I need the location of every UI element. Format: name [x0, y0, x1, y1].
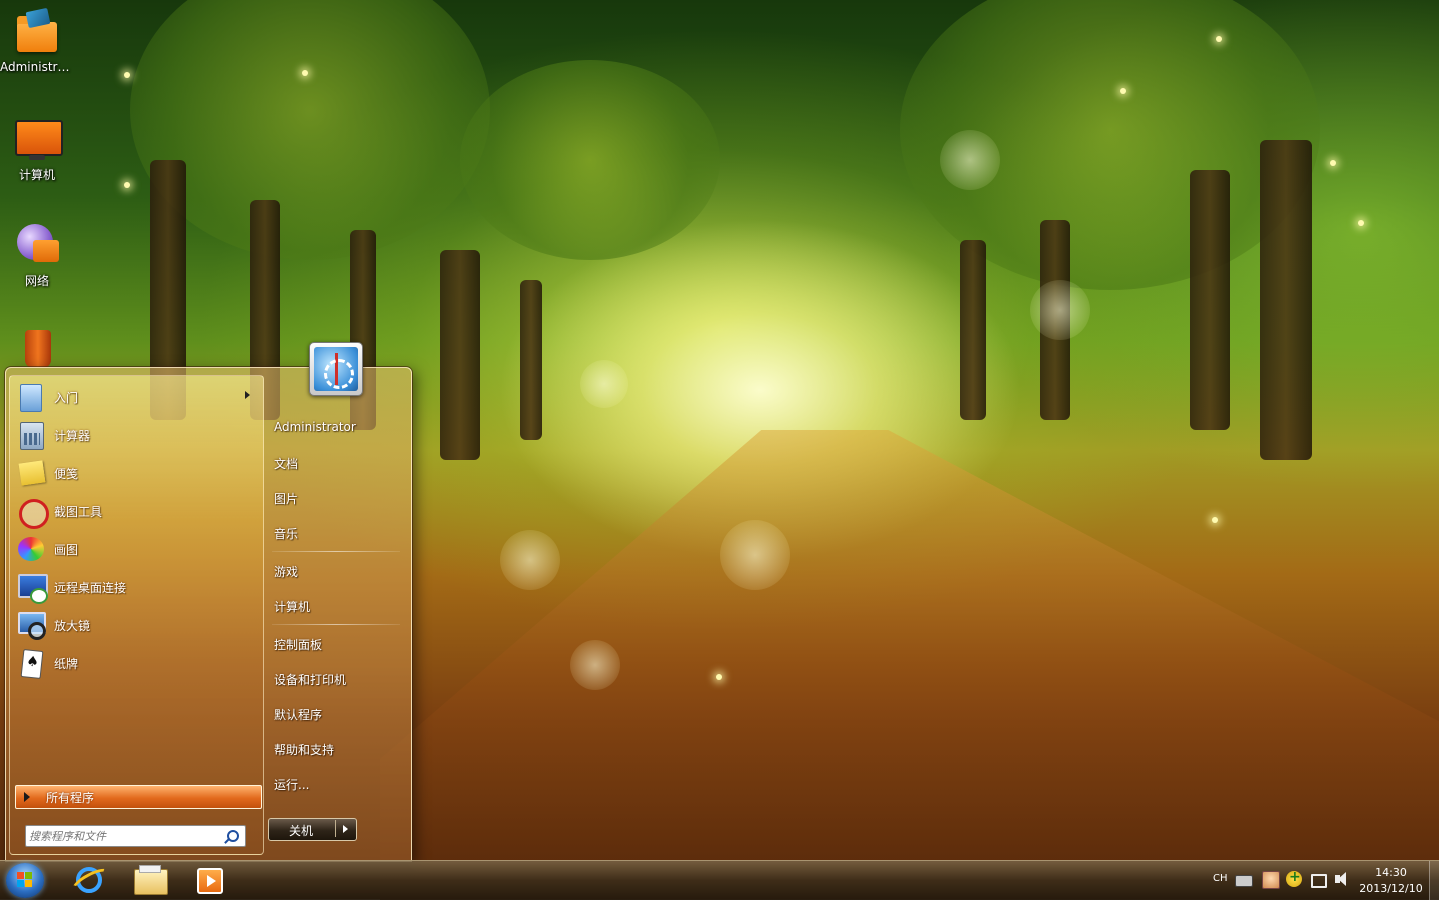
program-item-solitaire[interactable]: 纸牌	[16, 645, 260, 681]
submenu-arrow-icon[interactable]	[245, 391, 250, 399]
taskbar-windows-explorer[interactable]	[122, 863, 176, 898]
start-button[interactable]	[6, 863, 44, 898]
pinwheel-icon	[314, 347, 358, 391]
clock-time: 14:30	[1375, 866, 1407, 879]
desktop-icon-user-folder[interactable]: Administra...	[0, 7, 74, 74]
link-administrator[interactable]: Administrator	[274, 420, 356, 434]
paint-icon	[16, 534, 46, 564]
arrow-right-icon	[24, 792, 30, 802]
link-control-panel[interactable]: 控制面板	[274, 636, 322, 653]
desktop-icon-network[interactable]: 网络	[0, 220, 74, 289]
sticky-notes-icon	[16, 458, 46, 488]
all-programs-label: 所有程序	[46, 790, 95, 805]
windows-logo-icon	[17, 872, 33, 888]
menu-divider	[272, 624, 400, 625]
input-method-icon[interactable]	[1262, 871, 1280, 889]
search-input[interactable]	[29, 827, 219, 845]
solitaire-icon	[16, 648, 46, 679]
link-pictures[interactable]: 图片	[274, 490, 298, 507]
link-help-support[interactable]: 帮助和支持	[274, 741, 334, 758]
clock-date: 2013/12/10	[1359, 882, 1423, 895]
menu-divider	[272, 551, 400, 552]
network-icon	[13, 220, 61, 268]
user-folder-icon	[13, 7, 61, 56]
search-icon[interactable]	[227, 830, 239, 842]
taskbar-internet-explorer[interactable]	[62, 863, 116, 898]
language-indicator[interactable]: CH	[1213, 873, 1228, 884]
start-menu-programs-pane: 入门 计算器 便笺 截图工具 画图 远程桌面连接 放大镜 纸牌	[9, 375, 264, 855]
taskbar: CH 14:30 2013/12/10	[0, 860, 1439, 900]
program-label: 放大镜	[54, 618, 91, 633]
program-label: 入门	[54, 390, 79, 405]
link-computer[interactable]: 计算机	[274, 598, 310, 615]
desktop-icon-label: Administra...	[0, 60, 74, 74]
program-item-calculator[interactable]: 计算器	[16, 417, 260, 453]
windows-explorer-icon	[134, 865, 168, 895]
program-item-remote-desktop[interactable]: 远程桌面连接	[16, 569, 260, 605]
shutdown-options-arrow-icon[interactable]	[343, 825, 348, 833]
program-item-sticky-notes[interactable]: 便笺	[16, 455, 260, 491]
update-plus-icon[interactable]	[1286, 869, 1302, 887]
program-label: 计算器	[54, 428, 91, 443]
link-devices-printers[interactable]: 设备和打印机	[274, 671, 346, 688]
snipping-tool-icon	[16, 496, 49, 529]
program-label: 便笺	[54, 466, 79, 481]
remote-desktop-icon	[16, 572, 48, 604]
magnifier-icon	[16, 610, 46, 640]
link-documents[interactable]: 文档	[274, 455, 298, 472]
all-programs-button[interactable]: 所有程序	[15, 785, 262, 809]
link-run[interactable]: 运行...	[274, 776, 309, 793]
program-item-magnifier[interactable]: 放大镜	[16, 607, 260, 643]
keyboard-icon[interactable]	[1235, 875, 1253, 887]
shutdown-button[interactable]: 关机	[268, 818, 357, 841]
desktop-icon-label: 网络	[24, 274, 49, 288]
user-picture[interactable]	[309, 342, 363, 396]
program-item-paint[interactable]: 画图	[16, 531, 260, 567]
start-menu: 入门 计算器 便笺 截图工具 画图 远程桌面连接 放大镜 纸牌	[5, 342, 412, 862]
show-desktop-button[interactable]	[1429, 861, 1439, 900]
search-box[interactable]	[25, 825, 246, 847]
network-tray-icon[interactable]	[1311, 874, 1327, 888]
taskbar-media-player[interactable]	[184, 863, 238, 898]
shutdown-divider	[335, 820, 336, 837]
program-label: 纸牌	[54, 656, 79, 671]
link-default-programs[interactable]: 默认程序	[274, 706, 322, 723]
calculator-icon	[16, 420, 46, 450]
link-games[interactable]: 游戏	[274, 563, 298, 580]
desktop-icon-computer[interactable]: 计算机	[0, 114, 74, 183]
volume-icon[interactable]	[1334, 871, 1350, 887]
shutdown-label: 关机	[288, 824, 313, 838]
program-label: 截图工具	[54, 504, 103, 519]
tray-clock[interactable]: 14:30 2013/12/10	[1352, 865, 1430, 897]
program-item-snipping-tool[interactable]: 截图工具	[16, 493, 260, 529]
link-music[interactable]: 音乐	[274, 525, 298, 542]
internet-explorer-icon	[76, 867, 102, 893]
media-player-icon	[197, 868, 223, 894]
desktop-icon-label: 计算机	[18, 168, 55, 182]
getting-started-icon	[16, 382, 46, 412]
program-label: 画图	[54, 542, 79, 557]
program-item-getting-started[interactable]: 入门	[16, 379, 260, 415]
recycle-bin-icon	[13, 324, 61, 372]
program-label: 远程桌面连接	[54, 580, 127, 595]
computer-icon	[13, 114, 63, 162]
